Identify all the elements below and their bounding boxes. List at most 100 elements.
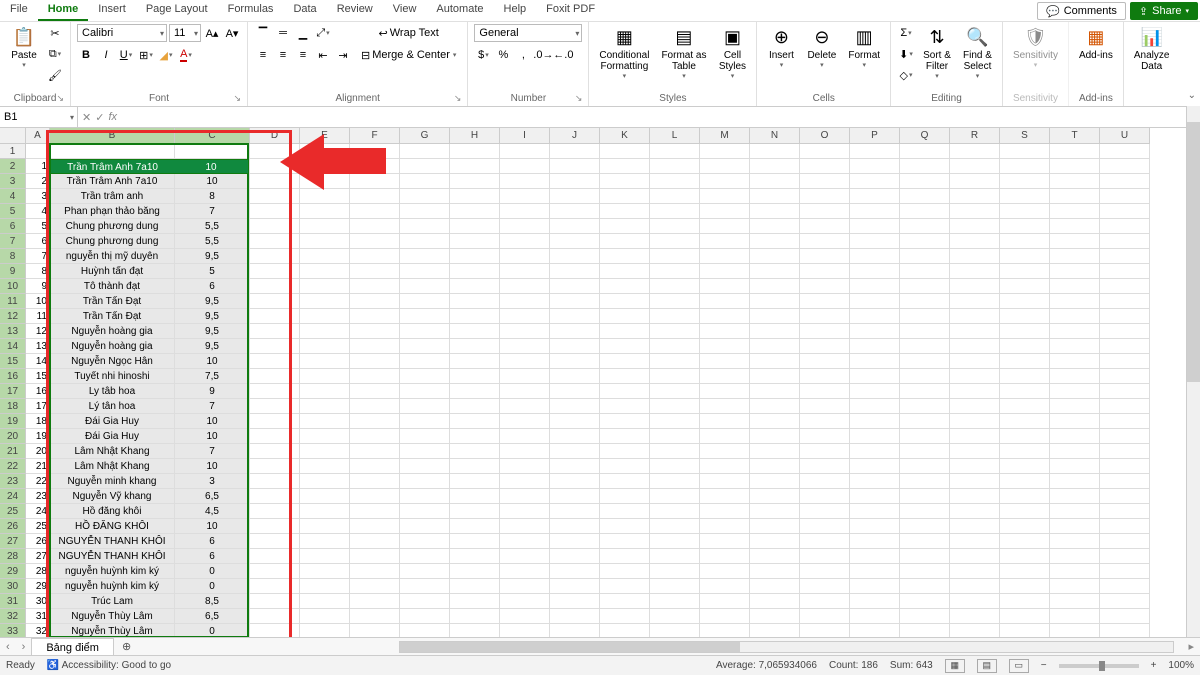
- cell-I6[interactable]: [500, 219, 550, 234]
- cell-L25[interactable]: [650, 504, 700, 519]
- cell-J30[interactable]: [550, 579, 600, 594]
- comments-button[interactable]: 💬Comments: [1037, 2, 1126, 20]
- cell-D1[interactable]: [250, 144, 300, 159]
- cell-F2[interactable]: [350, 159, 400, 174]
- new-sheet-button[interactable]: ⊕: [114, 640, 139, 653]
- cell-J6[interactable]: [550, 219, 600, 234]
- cell-B27[interactable]: NGUYỄN THANH KHÔI: [50, 534, 175, 549]
- cell-J7[interactable]: [550, 234, 600, 249]
- cell-J12[interactable]: [550, 309, 600, 324]
- cell-I32[interactable]: [500, 609, 550, 624]
- cell-P31[interactable]: [850, 594, 900, 609]
- cell-O2[interactable]: [800, 159, 850, 174]
- cell-F21[interactable]: [350, 444, 400, 459]
- accounting-button[interactable]: $▾: [474, 46, 492, 64]
- cell-I4[interactable]: [500, 189, 550, 204]
- cell-B7[interactable]: Chung phương dung: [50, 234, 175, 249]
- col-header-K[interactable]: K: [600, 128, 650, 144]
- cell-S18[interactable]: [1000, 399, 1050, 414]
- cell-A29[interactable]: 28: [26, 564, 50, 579]
- cell-P26[interactable]: [850, 519, 900, 534]
- cell-A8[interactable]: 7: [26, 249, 50, 264]
- cell-N13[interactable]: [750, 324, 800, 339]
- cell-A13[interactable]: 12: [26, 324, 50, 339]
- cell-B25[interactable]: Hồ đăng khôi: [50, 504, 175, 519]
- col-header-Q[interactable]: Q: [900, 128, 950, 144]
- cell-F10[interactable]: [350, 279, 400, 294]
- cancel-formula-button[interactable]: ✕: [82, 111, 91, 124]
- cell-N14[interactable]: [750, 339, 800, 354]
- cell-R5[interactable]: [950, 204, 1000, 219]
- cell-O32[interactable]: [800, 609, 850, 624]
- cell-U32[interactable]: [1100, 609, 1150, 624]
- cell-P22[interactable]: [850, 459, 900, 474]
- cell-L17[interactable]: [650, 384, 700, 399]
- sheet-tab[interactable]: Bảng điểm: [31, 638, 114, 656]
- cell-A22[interactable]: 21: [26, 459, 50, 474]
- cell-E32[interactable]: [300, 609, 350, 624]
- cell-I17[interactable]: [500, 384, 550, 399]
- cell-F25[interactable]: [350, 504, 400, 519]
- cell-M15[interactable]: [700, 354, 750, 369]
- cell-F31[interactable]: [350, 594, 400, 609]
- cell-I15[interactable]: [500, 354, 550, 369]
- cell-B24[interactable]: Nguyễn Vỹ khang: [50, 489, 175, 504]
- row-header-29[interactable]: 29: [0, 564, 26, 579]
- cell-T30[interactable]: [1050, 579, 1100, 594]
- cell-Q15[interactable]: [900, 354, 950, 369]
- cell-H33[interactable]: [450, 624, 500, 637]
- cell-J3[interactable]: [550, 174, 600, 189]
- cell-I24[interactable]: [500, 489, 550, 504]
- cell-A2[interactable]: 1: [26, 159, 50, 174]
- cell-C19[interactable]: 10: [175, 414, 250, 429]
- cell-N23[interactable]: [750, 474, 800, 489]
- cell-S11[interactable]: [1000, 294, 1050, 309]
- accept-formula-button[interactable]: ✓: [95, 111, 104, 124]
- cell-E9[interactable]: [300, 264, 350, 279]
- formula-input[interactable]: [121, 107, 1186, 127]
- cell-C4[interactable]: 8: [175, 189, 250, 204]
- cell-C17[interactable]: 9: [175, 384, 250, 399]
- cut-button[interactable]: ✂: [46, 24, 64, 42]
- cell-C6[interactable]: 5,5: [175, 219, 250, 234]
- cell-L3[interactable]: [650, 174, 700, 189]
- cell-R2[interactable]: [950, 159, 1000, 174]
- horizontal-scrollbar[interactable]: [399, 641, 1174, 653]
- cell-H20[interactable]: [450, 429, 500, 444]
- cell-S7[interactable]: [1000, 234, 1050, 249]
- cell-I33[interactable]: [500, 624, 550, 637]
- cell-A24[interactable]: 23: [26, 489, 50, 504]
- cell-D33[interactable]: [250, 624, 300, 637]
- cell-A23[interactable]: 22: [26, 474, 50, 489]
- cell-C7[interactable]: 5,5: [175, 234, 250, 249]
- cell-J1[interactable]: [550, 144, 600, 159]
- cell-E10[interactable]: [300, 279, 350, 294]
- cell-P29[interactable]: [850, 564, 900, 579]
- cell-I16[interactable]: [500, 369, 550, 384]
- cell-K20[interactable]: [600, 429, 650, 444]
- cell-Q16[interactable]: [900, 369, 950, 384]
- cell-F4[interactable]: [350, 189, 400, 204]
- cell-B21[interactable]: Lâm Nhật Khang: [50, 444, 175, 459]
- cell-E29[interactable]: [300, 564, 350, 579]
- cell-F11[interactable]: [350, 294, 400, 309]
- cell-Q4[interactable]: [900, 189, 950, 204]
- col-header-O[interactable]: O: [800, 128, 850, 144]
- cell-R18[interactable]: [950, 399, 1000, 414]
- cell-H22[interactable]: [450, 459, 500, 474]
- cell-C14[interactable]: 9,5: [175, 339, 250, 354]
- cell-M3[interactable]: [700, 174, 750, 189]
- cell-U5[interactable]: [1100, 204, 1150, 219]
- sort-filter-button[interactable]: ⇅Sort & Filter▾: [919, 24, 955, 82]
- cell-A30[interactable]: 29: [26, 579, 50, 594]
- cell-D7[interactable]: [250, 234, 300, 249]
- cell-H28[interactable]: [450, 549, 500, 564]
- cell-R13[interactable]: [950, 324, 1000, 339]
- cell-R14[interactable]: [950, 339, 1000, 354]
- tab-review[interactable]: Review: [327, 0, 383, 21]
- cell-K28[interactable]: [600, 549, 650, 564]
- cell-L32[interactable]: [650, 609, 700, 624]
- cell-K9[interactable]: [600, 264, 650, 279]
- merge-center-button[interactable]: ⊟Merge & Center▾: [356, 46, 461, 64]
- cell-O27[interactable]: [800, 534, 850, 549]
